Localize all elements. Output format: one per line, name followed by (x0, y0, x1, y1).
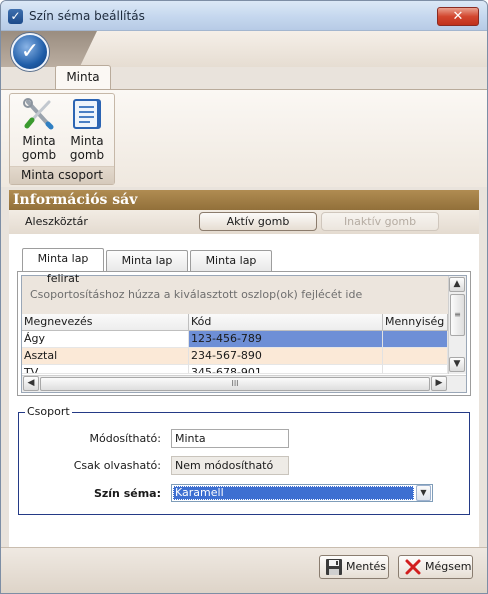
group-by-panel[interactable]: Csoportosításhoz húzza a kiválasztott os… (22, 276, 448, 314)
horizontal-scroll-thumb[interactable]: III (40, 377, 430, 391)
close-button[interactable]: ✕ (437, 7, 479, 26)
sub-toolbar: Aleszköztár Aktív gomb Inaktív gomb (9, 210, 479, 234)
title-bar[interactable]: ✓ Szín séma beállítás ✕ (1, 1, 487, 31)
readonly-field: Nem módosítható (171, 456, 289, 475)
content-panel: Minta lap felirat Minta lap felirat Mint… (9, 234, 479, 547)
scroll-up-icon[interactable]: ▲ (449, 277, 465, 292)
group-box: Csoport Módosítható: Minta Csak olvashat… (18, 405, 470, 515)
chevron-down-icon[interactable]: ▼ (416, 485, 431, 501)
ribbon-button-label: Minta (22, 134, 56, 148)
color-scheme-select[interactable]: Karamell ▼ (171, 484, 433, 502)
cancel-button-label: Mégsem (425, 560, 472, 573)
ribbon-button-document[interactable]: Minta gomb (64, 98, 110, 166)
editable-field[interactable]: Minta (171, 429, 289, 448)
table-cell[interactable]: 234-567-890 (189, 348, 383, 365)
scroll-right-icon[interactable]: ▶ (431, 376, 447, 391)
table-cell[interactable]: 345-678-901 (189, 365, 383, 374)
save-button[interactable]: Mentés (319, 555, 389, 579)
table-cell[interactable]: Asztal (22, 348, 189, 365)
editable-label: Módosítható: (89, 432, 162, 445)
dialog-window: ✓ Szín séma beállítás ✕ ✓ Minta Minta go… (0, 0, 488, 594)
ribbon-group-minta: Minta gomb Minta gomb Minta csoport (9, 93, 115, 185)
ribbon-button-label: gomb (21, 148, 57, 162)
cancel-button[interactable]: Mégsem (398, 555, 473, 579)
vertical-scrollbar[interactable]: ▲ ≡ ▼ (448, 276, 466, 374)
close-icon (405, 559, 421, 575)
tab-1[interactable]: Minta lap felirat (22, 248, 104, 285)
ribbon-group-label: Minta csoport (10, 166, 114, 184)
column-header-code[interactable]: Kód (189, 314, 383, 331)
window-title: Szín séma beállítás (29, 9, 145, 23)
ribbon-button-label: gomb (69, 148, 105, 162)
ribbon-button-tools[interactable]: Minta gomb (16, 98, 62, 166)
group-box-title: Csoport (25, 405, 72, 418)
color-scheme-value[interactable]: Karamell (173, 486, 414, 500)
document-icon (73, 99, 101, 129)
scroll-down-icon[interactable]: ▼ (449, 357, 465, 372)
vertical-scroll-thumb[interactable]: ≡ (450, 294, 465, 336)
ribbon-button-label: Minta (70, 134, 104, 148)
horizontal-scrollbar[interactable]: ◀ III ▶ (22, 375, 466, 392)
tools-icon (23, 98, 54, 130)
info-bar-title: Információs sáv (9, 190, 479, 210)
ribbon-tab-minta[interactable]: Minta (55, 65, 111, 89)
inactive-button: Inaktív gomb (321, 212, 439, 231)
sub-toolbar-label: Aleszköztár (25, 215, 88, 228)
scroll-left-icon[interactable]: ◀ (23, 376, 39, 391)
tab-2[interactable]: Minta lap felirat (106, 250, 188, 287)
tab-3[interactable]: Minta lap felirat (190, 250, 272, 287)
application-menu-button[interactable]: ✓ (11, 33, 49, 71)
table-cell[interactable]: Ágy (22, 331, 189, 348)
app-logo-icon: ✓ (8, 9, 23, 24)
column-header-quantity[interactable]: Mennyiség (383, 314, 448, 331)
data-grid: Csoportosításhoz húzza a kiválasztott os… (21, 275, 467, 393)
table-cell-selected[interactable] (383, 331, 448, 348)
tab-page: Csoportosításhoz húzza a kiválasztott os… (17, 271, 471, 396)
save-button-label: Mentés (346, 560, 387, 573)
color-scheme-label: Szín séma: (93, 487, 161, 500)
readonly-label: Csak olvasható: (73, 459, 161, 472)
footer-bar: Mentés Mégsem (1, 547, 487, 593)
table-cell[interactable] (383, 365, 448, 374)
floppy-disk-icon (326, 559, 342, 575)
table-cell[interactable] (383, 348, 448, 365)
table-cell-selected[interactable]: 123-456-789 (189, 331, 383, 348)
column-header-name[interactable]: Megnevezés (22, 314, 189, 331)
active-button[interactable]: Aktív gomb (199, 212, 317, 231)
table-cell[interactable]: TV (22, 365, 189, 374)
